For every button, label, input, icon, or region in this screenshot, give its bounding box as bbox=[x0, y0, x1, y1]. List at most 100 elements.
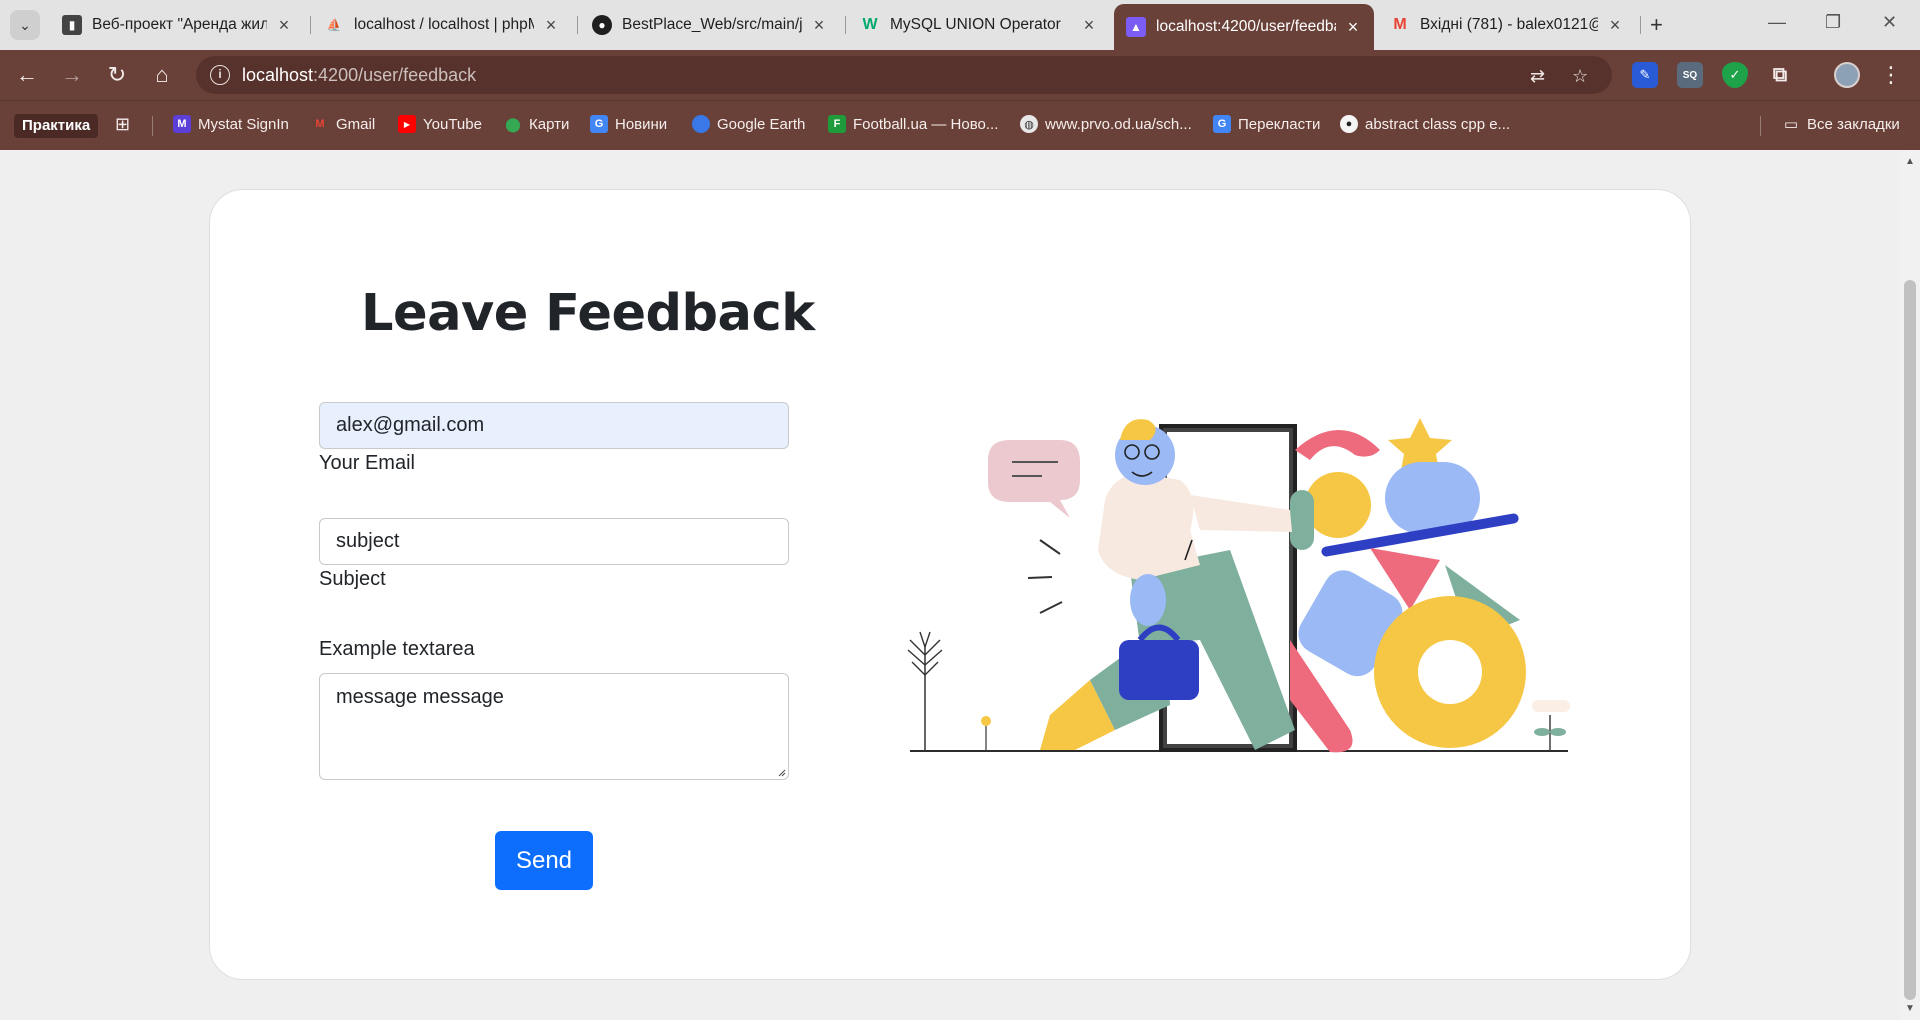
bookmark-translate[interactable]: G Перекласти bbox=[1213, 115, 1320, 133]
angular-icon: ▲ bbox=[1126, 17, 1146, 37]
reload-icon[interactable]: ↻ bbox=[104, 62, 130, 88]
scroll-down-icon[interactable]: ▼ bbox=[1905, 1003, 1915, 1014]
chevron-down-icon: ⌄ bbox=[19, 16, 31, 33]
tab-divider bbox=[577, 16, 578, 34]
message-text: message message bbox=[336, 686, 504, 708]
feedback-card: Leave Feedback alex@gmail.com Your Email… bbox=[209, 189, 1691, 980]
tab-title: Веб-проект "Аренда жил bbox=[92, 16, 267, 33]
bookmark-youtube[interactable]: ▶ YouTube bbox=[398, 115, 482, 133]
tab-strip: ⌄ ▮ Веб-проект "Аренда жил × ⛵ localhost… bbox=[0, 0, 1920, 50]
bookmark-mystat[interactable]: M Mystat SignIn bbox=[173, 115, 289, 133]
bookmark-label: Карти bbox=[529, 115, 570, 133]
minimize-icon[interactable]: — bbox=[1768, 12, 1786, 33]
bookmark-label: YouTube bbox=[423, 115, 482, 133]
bookmark-maps[interactable]: ⬤ Карти bbox=[504, 115, 569, 133]
page-scrollbar[interactable]: ▲ ▼ bbox=[1900, 150, 1920, 1020]
subject-label: Subject bbox=[319, 568, 386, 590]
bookmark-label: Football.ua — Ново... bbox=[853, 115, 999, 133]
extension-key-icon[interactable]: ✎ bbox=[1632, 62, 1658, 88]
tab-w3schools[interactable]: W MySQL UNION Operator × bbox=[848, 7, 1110, 43]
globe-icon: ◍ bbox=[1020, 115, 1038, 133]
shield-icon[interactable]: ✓ bbox=[1722, 62, 1748, 88]
tab-divider bbox=[1640, 16, 1641, 34]
textarea-label: Example textarea bbox=[319, 638, 475, 660]
bookmark-label: abstract class cpp e... bbox=[1365, 115, 1511, 133]
message-textarea[interactable]: message message bbox=[319, 673, 789, 780]
bookmark-label: Google Earth bbox=[717, 115, 806, 133]
bookmark-gmail[interactable]: M Gmail bbox=[311, 115, 375, 133]
new-tab-icon[interactable]: + bbox=[1650, 12, 1663, 38]
all-bookmarks-button[interactable]: ▭ Все закладки bbox=[1782, 115, 1900, 134]
football-icon: F bbox=[828, 115, 846, 133]
tab-title: localhost / localhost | phpM bbox=[354, 16, 534, 33]
maps-icon: ⬤ bbox=[505, 115, 521, 132]
url-path: :4200/user/feedback bbox=[313, 65, 477, 85]
bookmark-divider bbox=[1760, 116, 1761, 136]
close-icon[interactable]: × bbox=[1606, 15, 1624, 36]
star-icon[interactable]: ☆ bbox=[1572, 66, 1588, 87]
github-icon: ● bbox=[592, 15, 612, 35]
translate-icon: G bbox=[1213, 115, 1231, 133]
bookmark-news[interactable]: G Новини bbox=[590, 115, 667, 133]
email-label: Your Email bbox=[319, 452, 415, 474]
subject-field[interactable]: subject bbox=[319, 518, 789, 565]
close-icon[interactable]: × bbox=[1344, 17, 1362, 38]
close-icon[interactable]: × bbox=[542, 15, 560, 36]
restore-icon[interactable]: ❐ bbox=[1825, 12, 1841, 33]
send-button[interactable]: Send bbox=[495, 831, 593, 890]
bookmark-label: Mystat SignIn bbox=[198, 115, 289, 133]
tab-github[interactable]: ● BestPlace_Web/src/main/ja × bbox=[580, 7, 840, 43]
translate-icon[interactable]: ⇄ bbox=[1530, 66, 1545, 87]
window-close-icon[interactable]: ✕ bbox=[1882, 12, 1897, 33]
close-icon[interactable]: × bbox=[1080, 15, 1098, 36]
youtube-icon: ▶ bbox=[398, 115, 416, 133]
scroll-up-icon[interactable]: ▲ bbox=[1905, 156, 1915, 167]
bookmark-prvo[interactable]: ◍ www.prvo.od.ua/sch... bbox=[1020, 115, 1192, 133]
page-viewport: Leave Feedback alex@gmail.com Your Email… bbox=[0, 150, 1900, 1020]
tab-title: MySQL UNION Operator bbox=[890, 16, 1061, 33]
news-icon: G bbox=[590, 115, 608, 133]
folder-icon: ▭ bbox=[1783, 116, 1799, 133]
bookmark-earth[interactable]: Google Earth bbox=[692, 115, 805, 133]
back-arrow-icon[interactable]: ← bbox=[14, 62, 40, 88]
forward-arrow-icon[interactable]: → bbox=[59, 62, 85, 88]
profile-avatar[interactable] bbox=[1834, 62, 1860, 88]
bookmark-github[interactable]: ● abstract class cpp e... bbox=[1340, 115, 1510, 133]
w3schools-icon: W bbox=[862, 16, 878, 33]
close-icon[interactable]: × bbox=[810, 15, 828, 36]
bookmark-group[interactable]: Практика bbox=[14, 114, 99, 138]
bookmark-football[interactable]: F Football.ua — Ново... bbox=[828, 115, 998, 133]
bookmark-divider bbox=[152, 116, 153, 136]
browser-toolbar: ← → ↻ ⌂ i localhost:4200/user/feedback ⇄… bbox=[0, 50, 1920, 100]
address-url[interactable]: localhost:4200/user/feedback bbox=[242, 65, 476, 86]
tab-feedback-active[interactable]: ▲ localhost:4200/user/feedba × bbox=[1114, 4, 1374, 50]
site-info-icon[interactable]: i bbox=[210, 65, 230, 85]
menu-icon[interactable]: ⋮ bbox=[1880, 62, 1902, 88]
bookmark-label: www.prvo.od.ua/sch... bbox=[1045, 115, 1192, 133]
gmail-icon: M bbox=[1393, 16, 1407, 33]
feedback-illustration bbox=[907, 418, 1570, 753]
email-field[interactable]: alex@gmail.com bbox=[319, 402, 789, 449]
scrollbar-thumb[interactable] bbox=[1904, 280, 1916, 1000]
close-icon[interactable]: × bbox=[275, 15, 293, 36]
bookmark-label: Новини bbox=[615, 115, 668, 133]
bookmark-label: Перекласти bbox=[1238, 115, 1321, 133]
bookmarks-bar: Практика ⊞ M Mystat SignIn M Gmail ▶ YouTub… bbox=[0, 100, 1920, 150]
tab-title: BestPlace_Web/src/main/ja bbox=[622, 16, 802, 33]
home-icon[interactable]: ⌂ bbox=[149, 62, 175, 88]
tab-search-button[interactable]: ⌄ bbox=[10, 10, 40, 40]
tab-phpmyadmin[interactable]: ⛵ localhost / localhost | phpM × bbox=[312, 7, 572, 43]
resize-handle-icon[interactable] bbox=[776, 767, 786, 777]
extension-sq-icon[interactable]: SQ bbox=[1677, 62, 1703, 88]
url-host: localhost bbox=[242, 65, 314, 85]
puzzle-icon[interactable]: ⧉ bbox=[1767, 62, 1793, 88]
tab-project[interactable]: ▮ Веб-проект "Аренда жил × bbox=[50, 7, 305, 43]
tab-gmail[interactable]: M Вхідні (781) - balex0121@g × bbox=[1378, 7, 1636, 43]
address-bar[interactable]: i localhost:4200/user/feedback ⇄ ☆ bbox=[196, 56, 1612, 94]
book-icon: ▮ bbox=[62, 15, 82, 35]
earth-icon bbox=[692, 115, 710, 133]
apps-grid-icon[interactable]: ⊞ bbox=[115, 114, 130, 135]
gmail-icon: M bbox=[315, 118, 325, 130]
page-title: Leave Feedback bbox=[361, 284, 815, 343]
github-icon: ● bbox=[1340, 115, 1358, 133]
